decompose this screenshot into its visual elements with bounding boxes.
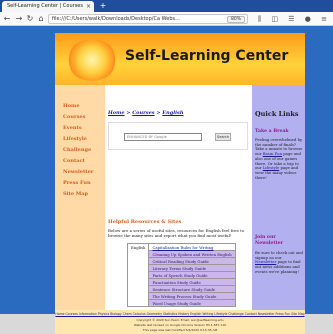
breadcrumb-courses[interactable]: Courses [132, 110, 154, 116]
nav-item-newsletter[interactable]: Newsletter [55, 167, 105, 178]
resource-link[interactable]: Capitalization Rules for Writing [148, 243, 236, 251]
resources-description: Below are a series of useful sites, reso… [108, 228, 245, 238]
resource-link[interactable]: Parts of Speech Study Guide [148, 271, 236, 279]
resource-link[interactable]: Punctuation Study Guide [148, 278, 236, 286]
new-tab-button[interactable]: + [98, 1, 108, 11]
take-a-break-heading: Take a Break [255, 129, 289, 134]
nav-item-events[interactable]: Events [55, 123, 105, 134]
nav-item-lifestyle[interactable]: Lifestyle [55, 134, 105, 145]
nav-item-courses[interactable]: Courses [55, 112, 105, 123]
newsletter-text: Be sure to check out and signup on our N… [255, 250, 303, 275]
resource-category: English [126, 243, 150, 307]
resource-link[interactable]: Word Usage Study Guide [148, 299, 236, 307]
google-search-box: ENHANCED BY Google Search [108, 122, 248, 150]
close-tab-icon[interactable]: × [86, 1, 91, 12]
resources-table: English Capitalization Rules for Writing… [126, 243, 236, 307]
footer-links[interactable]: Home Courses Information Physics Biology… [55, 312, 305, 316]
quick-links-title: Quick Links [255, 110, 299, 118]
newsletter-text-part: Be sure to check out and signup on our [255, 250, 303, 260]
footer-copyright: Copyright © 2020 Sun Pearl. Email: sun@s… [136, 318, 224, 322]
address-bar[interactable]: file:///C:/Users/walk/Downloads/Desktop/… [48, 14, 248, 24]
resource-link[interactable]: The Writing Process Study Guide [148, 292, 236, 300]
zoom-level[interactable]: 80% [227, 16, 246, 23]
resources-heading: Helpful Resources & Sites [108, 219, 182, 225]
reload-icon[interactable]: ↻ [25, 12, 35, 26]
footer-revised: Website last revised on Google Chrome Ve… [133, 323, 227, 327]
table-row: English Capitalization Rules for Writing [126, 243, 236, 307]
forward-arrow-icon[interactable]: → [14, 12, 24, 26]
sun-logo-icon [67, 39, 117, 81]
web-page: Self-Learning Center Home Courses Events… [0, 27, 333, 334]
nav-item-home[interactable]: Home [55, 101, 105, 112]
site-header: Self-Learning Center [55, 33, 305, 85]
resource-link[interactable]: Literary Terms Study Guide [148, 264, 236, 272]
resource-link[interactable]: Cleaning Up Spoken and Written English [148, 250, 236, 258]
footer-last-modified: This page was last modified 5/4/2020 9:1… [142, 328, 218, 332]
nav-item-site-map[interactable]: Site Map [55, 189, 105, 200]
browser-toolbar: ← → ↻ ⌂ file:///C:/Users/walk/Downloads/… [0, 12, 333, 26]
breadcrumb-english[interactable]: English [162, 110, 183, 116]
search-button[interactable]: Search [215, 133, 231, 141]
back-arrow-icon[interactable]: ← [2, 12, 12, 26]
newsletter-heading: Join our Newsletter [255, 235, 283, 246]
tab-title: Self-Learning Center | Courses [7, 3, 83, 9]
toolbar-icons[interactable]: ⫼ ◫ ☰ ● ≡ [258, 12, 331, 26]
quick-links-sidebar: Quick Links Take a Break Feeling overwhe… [252, 85, 305, 310]
nav-item-challenge[interactable]: Challenge [55, 145, 105, 156]
take-a-break-text: Feeling overwhelmed by the number of fin… [255, 137, 303, 180]
main-content: Home > Courses > English ENHANCED BY Goo… [105, 85, 252, 330]
left-navigation: Home Courses Events Lifestyle Challenge … [55, 85, 105, 310]
browser-tab[interactable]: Self-Learning Center | Courses × [2, 1, 94, 12]
browser-window: Self-Learning Center | Courses × + ← → ↻… [0, 0, 333, 334]
site-title: Self-Learning Center [125, 48, 289, 64]
address-url: file:///C:/Users/walk/Downloads/Desktop/… [52, 16, 180, 22]
nav-item-contact[interactable]: Contact [55, 156, 105, 167]
resource-link[interactable]: Critical Reading Study Guide [148, 257, 236, 265]
home-icon[interactable]: ⌂ [36, 12, 46, 26]
search-input[interactable]: ENHANCED BY Google [124, 133, 202, 141]
resource-link[interactable]: Sentence Structure Study Guide [148, 285, 236, 293]
breadcrumb: Home > Courses > English [108, 110, 183, 116]
tab-strip: Self-Learning Center | Courses × + [0, 0, 333, 12]
breadcrumb-home[interactable]: Home [108, 110, 125, 116]
nav-item-press-fun[interactable]: Press Fun [55, 178, 105, 189]
